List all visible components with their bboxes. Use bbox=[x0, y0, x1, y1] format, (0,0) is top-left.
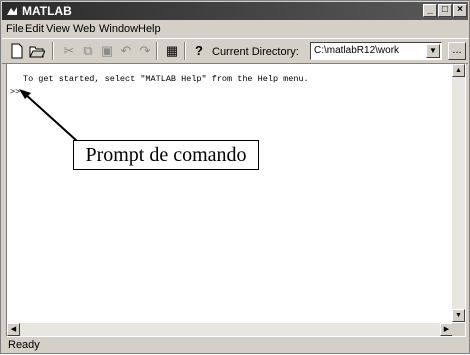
status-text: Ready bbox=[8, 339, 40, 351]
prompt-annotation-label: Prompt de comando bbox=[73, 140, 259, 170]
status-bar: Ready bbox=[2, 338, 468, 353]
matlab-window: MATLAB _ □ × File Edit View Web Window H… bbox=[0, 0, 470, 354]
annotation-arrow bbox=[19, 89, 78, 142]
